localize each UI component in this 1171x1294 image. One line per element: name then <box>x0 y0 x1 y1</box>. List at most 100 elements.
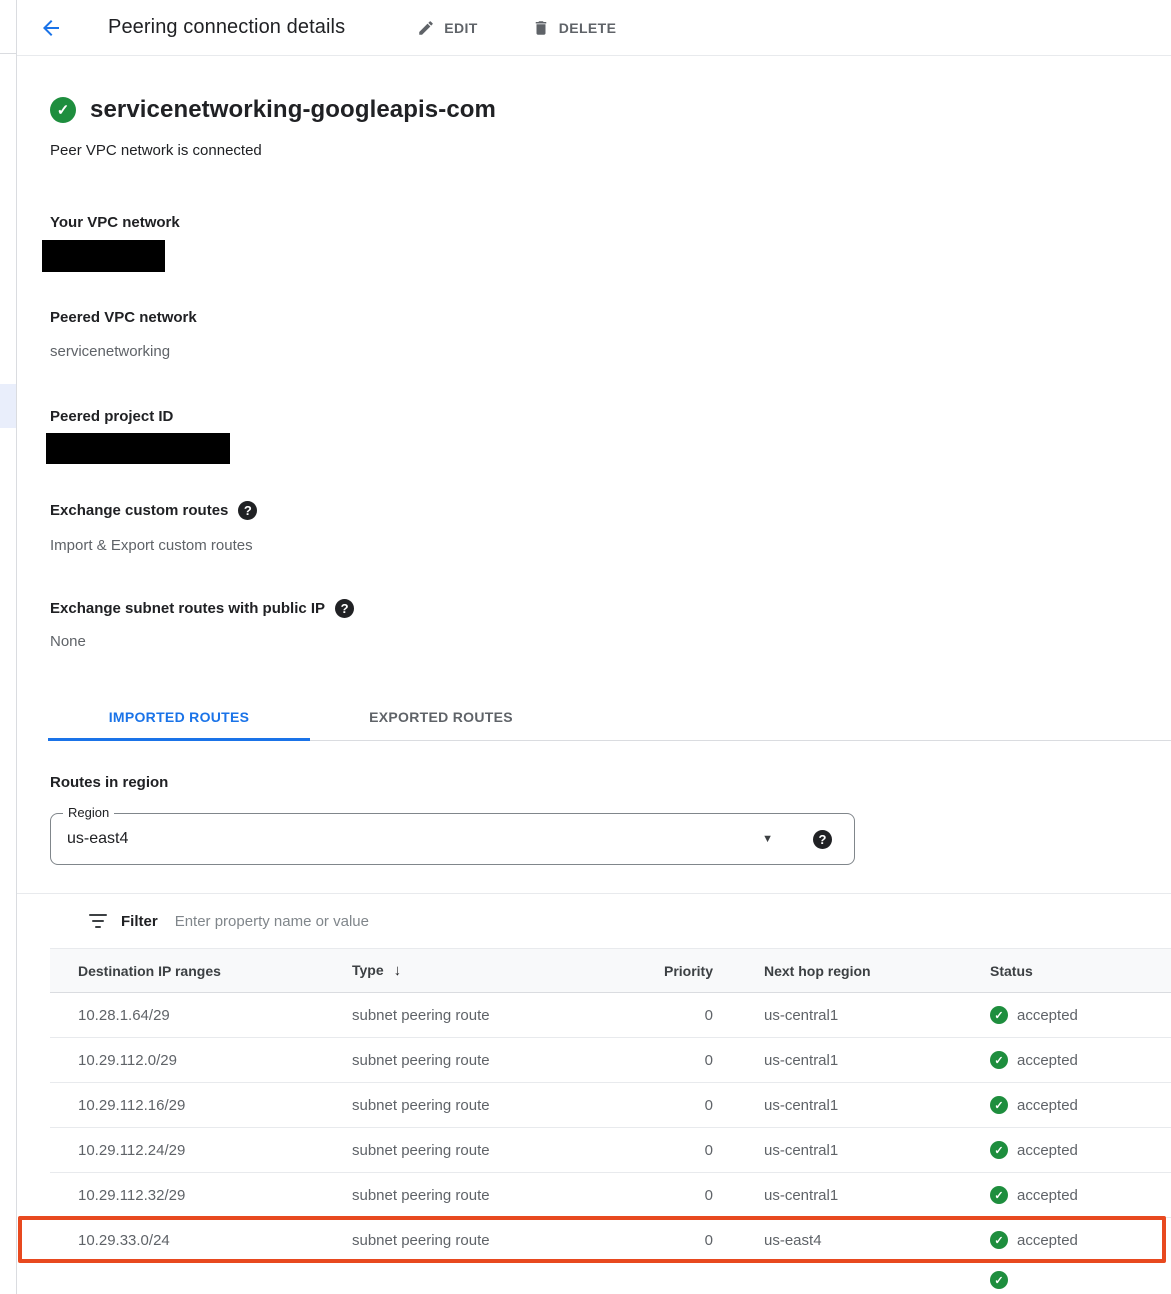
cell-status: ✓ <box>990 1263 1171 1289</box>
filter-input[interactable] <box>175 913 1171 930</box>
peered-project-label: Peered project ID <box>50 408 1171 425</box>
subnet-routes-label: Exchange subnet routes with public IP ? <box>50 599 1171 618</box>
routes-tabs: IMPORTED ROUTES EXPORTED ROUTES <box>48 694 1171 741</box>
cell-next-hop-region: us-central1 <box>713 1187 990 1204</box>
col-type[interactable]: Type ↓ <box>352 962 588 979</box>
region-select-value: us-east4 <box>67 830 762 848</box>
accepted-check-icon: ✓ <box>990 1051 1008 1069</box>
connection-name: servicenetworking-googleapis-com <box>90 96 496 124</box>
routes-table-rows: 10.28.1.64/29subnet peering route0us-cen… <box>50 993 1171 1294</box>
page-title: Peering connection details <box>108 16 345 39</box>
cell-destination: 10.29.112.24/29 <box>78 1142 352 1159</box>
cell-next-hop-region: us-central1 <box>713 1097 990 1114</box>
cell-type: subnet peering route <box>352 1052 588 1069</box>
routes-in-region-label: Routes in region <box>50 774 1171 791</box>
cell-priority: 0 <box>588 1142 713 1159</box>
your-vpc-value-redacted <box>42 240 165 272</box>
edit-button[interactable]: EDIT <box>417 19 478 37</box>
table-row: 10.29.112.0/29subnet peering route0us-ce… <box>50 1038 1171 1083</box>
cell-next-hop-region: us-east4 <box>713 1232 990 1249</box>
tab-imported-routes[interactable]: IMPORTED ROUTES <box>48 694 310 740</box>
table-header-row: Destination IP ranges Type ↓ Priority Nex… <box>50 948 1171 993</box>
accepted-check-icon: ✓ <box>990 1141 1008 1159</box>
connection-heading: ✓ servicenetworking-googleapis-com <box>50 56 1171 124</box>
peered-project-value-redacted <box>46 433 230 464</box>
status-text: accepted <box>1017 1097 1078 1114</box>
arrow-back-icon <box>39 16 63 40</box>
cell-destination: 10.29.112.16/29 <box>78 1097 352 1114</box>
left-nav-edge <box>0 0 17 1294</box>
col-next-hop-region[interactable]: Next hop region <box>713 963 990 979</box>
nav-hover-remnant <box>0 384 16 428</box>
connected-check-icon: ✓ <box>50 97 76 123</box>
col-destination-ip-ranges[interactable]: Destination IP ranges <box>78 963 352 979</box>
cell-type: subnet peering route <box>352 1232 588 1249</box>
subnet-routes-value: None <box>50 633 1171 650</box>
back-button[interactable] <box>38 15 64 41</box>
accepted-check-icon: ✓ <box>990 1006 1008 1024</box>
accepted-check-icon: ✓ <box>990 1186 1008 1204</box>
custom-routes-label-text: Exchange custom routes <box>50 502 228 519</box>
help-icon[interactable]: ? <box>335 599 354 618</box>
delete-button[interactable]: DELETE <box>532 19 617 37</box>
table-row: 10.29.112.32/29subnet peering route0us-c… <box>50 1173 1171 1218</box>
cell-status: ✓ accepted <box>990 1186 1171 1204</box>
trash-icon <box>532 19 550 37</box>
cell-destination: 10.29.112.0/29 <box>78 1052 352 1069</box>
cell-priority: 0 <box>588 1052 713 1069</box>
table-row: 10.29.33.0/24subnet peering route0us-eas… <box>50 1218 1171 1263</box>
chevron-down-icon: ▼ <box>762 833 773 845</box>
connection-status-text: Peer VPC network is connected <box>50 142 1171 159</box>
col-priority[interactable]: Priority <box>588 963 713 979</box>
page-header: Peering connection details EDIT DELETE <box>17 0 1171 56</box>
table-row: 10.28.1.64/29subnet peering route0us-cen… <box>50 993 1171 1038</box>
cell-destination: 10.29.112.32/29 <box>78 1187 352 1204</box>
cell-next-hop-region: us-central1 <box>713 1007 990 1024</box>
custom-routes-value: Import & Export custom routes <box>50 537 1171 554</box>
table-row: 10.29.112.16/29subnet peering route0us-c… <box>50 1083 1171 1128</box>
status-text: accepted <box>1017 1232 1078 1249</box>
routes-table-card: Filter Destination IP ranges Type ↓ Prior… <box>17 893 1171 1294</box>
table-row-partial: ✓ <box>50 1263 1171 1294</box>
cell-status: ✓ accepted <box>990 1006 1171 1024</box>
cell-priority: 0 <box>588 1187 713 1204</box>
filter-label[interactable]: Filter <box>121 913 158 930</box>
cell-destination: 10.28.1.64/29 <box>78 1007 352 1024</box>
col-status[interactable]: Status <box>990 963 1171 979</box>
status-text: accepted <box>1017 1052 1078 1069</box>
delete-button-label: DELETE <box>559 20 617 36</box>
tab-exported-routes[interactable]: EXPORTED ROUTES <box>310 694 572 740</box>
filter-bar: Filter <box>50 894 1171 948</box>
accepted-check-icon: ✓ <box>990 1231 1008 1249</box>
pencil-icon <box>417 19 435 37</box>
peered-vpc-value: servicenetworking <box>50 343 1171 360</box>
cell-next-hop-region: us-central1 <box>713 1142 990 1159</box>
cell-status: ✓ accepted <box>990 1051 1171 1069</box>
help-icon[interactable]: ? <box>238 501 257 520</box>
custom-routes-label: Exchange custom routes ? <box>50 501 1171 520</box>
accepted-check-icon: ✓ <box>990 1096 1008 1114</box>
cell-type: subnet peering route <box>352 1187 588 1204</box>
cell-type: subnet peering route <box>352 1097 588 1114</box>
status-text: accepted <box>1017 1142 1078 1159</box>
cell-priority: 0 <box>588 1097 713 1114</box>
cell-status: ✓ accepted <box>990 1141 1171 1159</box>
region-select-label: Region <box>63 805 114 820</box>
cell-next-hop-region: us-central1 <box>713 1052 990 1069</box>
status-text: accepted <box>1017 1007 1078 1024</box>
region-select[interactable]: Region us-east4 ▼ ? <box>50 813 855 865</box>
accepted-check-icon: ✓ <box>990 1271 1008 1289</box>
subnet-routes-label-text: Exchange subnet routes with public IP <box>50 600 325 617</box>
filter-icon[interactable] <box>88 914 108 928</box>
left-edge-divider <box>0 53 16 54</box>
cell-status: ✓ accepted <box>990 1096 1171 1114</box>
cell-type: subnet peering route <box>352 1007 588 1024</box>
status-text: accepted <box>1017 1187 1078 1204</box>
help-icon[interactable]: ? <box>813 830 832 849</box>
sort-descending-icon: ↓ <box>394 962 402 979</box>
your-vpc-label: Your VPC network <box>50 214 1171 231</box>
edit-button-label: EDIT <box>444 20 478 36</box>
cell-status: ✓ accepted <box>990 1231 1171 1249</box>
cell-priority: 0 <box>588 1232 713 1249</box>
col-type-label: Type <box>352 962 384 978</box>
